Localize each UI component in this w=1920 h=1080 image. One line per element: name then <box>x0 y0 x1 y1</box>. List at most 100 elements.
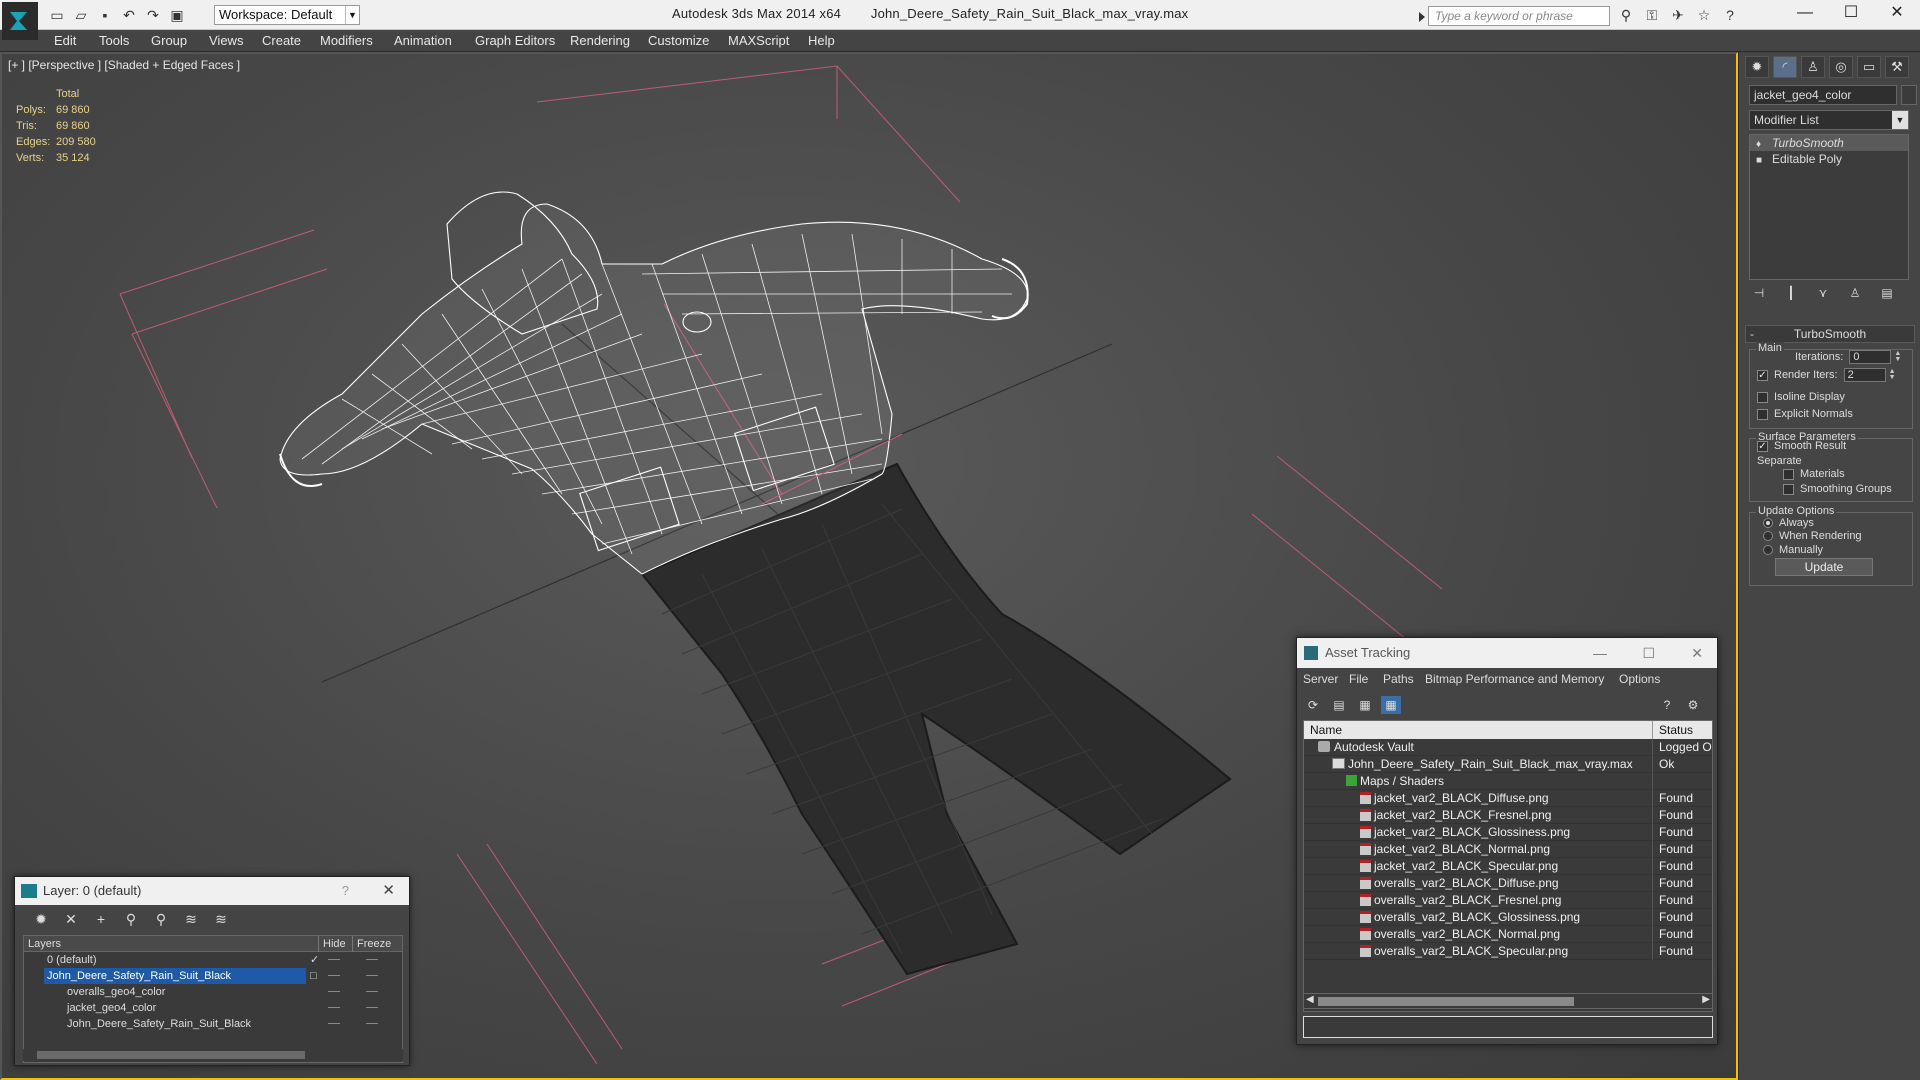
render-iters-spinner[interactable]: 2 <box>1843 368 1886 382</box>
create-tab-icon[interactable]: ✹ <box>1745 56 1769 78</box>
scroll-right-icon[interactable]: ▶ <box>1702 994 1710 1005</box>
close-icon[interactable]: ✕ <box>1691 638 1703 668</box>
spinner-arrows-icon[interactable]: ▲ ▼ <box>1889 368 1896 381</box>
help-icon[interactable]: ? <box>1657 696 1677 714</box>
minimize-icon[interactable]: — <box>1593 638 1607 668</box>
current-layer-check-icon[interactable]: ✓ <box>310 952 319 968</box>
project-folder-icon[interactable]: ▣ <box>168 6 186 24</box>
menu-animation[interactable]: Animation <box>394 33 452 48</box>
pin-stack-icon[interactable]: ⊣ <box>1749 286 1769 304</box>
smooth-result-checkbox[interactable]: ✓ <box>1757 440 1768 452</box>
menu-views[interactable]: Views <box>209 33 243 48</box>
menu-options[interactable]: Options <box>1619 672 1660 686</box>
delete-layer-icon[interactable]: ✕ <box>61 911 81 929</box>
remove-modifier-icon[interactable]: ♙ <box>1845 286 1865 304</box>
maximize-icon[interactable]: ☐ <box>1828 0 1874 28</box>
scrollbar-thumb[interactable] <box>1318 997 1574 1006</box>
object-name-field[interactable]: jacket_geo4_color <box>1749 85 1897 105</box>
undo-icon[interactable]: ↶ <box>120 6 138 24</box>
table-row[interactable]: jacket_var2_BLACK_Diffuse.png Found <box>1304 790 1712 807</box>
menu-server[interactable]: Server <box>1303 672 1338 686</box>
layer-row[interactable]: overalls_geo4_color <box>24 984 402 1000</box>
workspace-dropdown[interactable]: Workspace: Default ▼ <box>214 5 360 25</box>
subscription-icon[interactable]: ⚿ <box>1642 6 1662 24</box>
table-row[interactable]: overalls_var2_BLACK_Glossiness.png Found <box>1304 909 1712 926</box>
spinner-arrows-icon[interactable]: ▲ ▼ <box>1894 350 1901 363</box>
menu-edit[interactable]: Edit <box>54 33 76 48</box>
table-row[interactable]: overalls_var2_BLACK_Normal.png Found <box>1304 926 1712 943</box>
select-objects-icon[interactable]: ⚲ <box>121 911 141 929</box>
column-name[interactable]: Name <box>1310 721 1342 739</box>
table-row[interactable]: jacket_var2_BLACK_Normal.png Found <box>1304 841 1712 858</box>
layer-dialog-titlebar[interactable]: Layer: 0 (default) ? ✕ <box>15 877 409 905</box>
hide-toggle[interactable] <box>328 959 340 960</box>
menu-customize[interactable]: Customize <box>648 33 709 48</box>
table-row[interactable]: overalls_var2_BLACK_Specular.png Found <box>1304 943 1712 960</box>
always-radio[interactable] <box>1763 518 1773 528</box>
layer-row[interactable]: John_Deere_Safety_Rain_Suit_Black <box>24 1016 402 1032</box>
add-to-layer-icon[interactable]: + <box>91 911 111 929</box>
table-view-icon[interactable]: ▦ <box>1381 696 1401 714</box>
favorites-star-icon[interactable]: ☆ <box>1694 6 1714 24</box>
menu-file[interactable]: File <box>1349 672 1368 686</box>
menu-rendering[interactable]: Rendering <box>570 33 630 48</box>
display-tab-icon[interactable]: ▭ <box>1857 56 1881 78</box>
manually-radio[interactable] <box>1763 545 1773 555</box>
modify-tab-icon[interactable]: ◜ <box>1773 56 1797 78</box>
when-rendering-radio[interactable] <box>1763 531 1773 541</box>
column-status[interactable]: Status <box>1652 721 1712 739</box>
show-end-result-icon[interactable]: ┃ <box>1781 286 1801 304</box>
create-layer-icon[interactable]: ✹ <box>31 911 51 929</box>
hide-toggle[interactable] <box>328 991 340 992</box>
utilities-tab-icon[interactable]: ⚒ <box>1885 56 1909 78</box>
table-row[interactable]: Maps / Shaders <box>1304 773 1712 790</box>
table-row[interactable]: jacket_var2_BLACK_Glossiness.png Found <box>1304 824 1712 841</box>
menu-graph-editors[interactable]: Graph Editors <box>475 33 555 48</box>
object-color-swatch[interactable] <box>1901 85 1917 105</box>
stack-item-editable-poly[interactable]: ■ Editable Poly <box>1750 151 1908 167</box>
column-freeze[interactable]: Freeze <box>352 936 392 952</box>
maximize-icon[interactable]: ☐ <box>1642 638 1655 668</box>
hide-all-icon[interactable]: ≋ <box>181 911 201 929</box>
iterations-spinner[interactable]: 0 <box>1849 350 1892 364</box>
scrollbar-thumb[interactable] <box>37 1051 305 1059</box>
binoculars-icon[interactable]: ⚲ <box>1616 6 1636 24</box>
viewport-label[interactable]: [+ ] [Perspective ] [Shaded + Edged Face… <box>8 58 240 72</box>
refresh-icon[interactable]: ⟳ <box>1303 696 1323 714</box>
highlight-layer-icon[interactable]: ⚲ <box>151 911 171 929</box>
help-icon[interactable]: ? <box>1720 6 1740 24</box>
materials-checkbox[interactable] <box>1783 468 1794 480</box>
close-icon[interactable]: ✕ <box>382 877 395 905</box>
thumbnail-view-icon[interactable]: ▦ <box>1355 696 1375 714</box>
hide-toggle[interactable] <box>328 975 340 976</box>
menu-maxscript[interactable]: MAXScript <box>728 33 789 48</box>
configure-sets-icon[interactable]: ▤ <box>1877 286 1897 304</box>
current-layer-box-icon[interactable]: □ <box>310 968 317 984</box>
update-button[interactable]: Update <box>1775 558 1873 576</box>
layer-row[interactable]: John_Deere_Safety_Rain_Suit_Black □ <box>24 968 402 984</box>
freeze-toggle[interactable] <box>366 975 378 976</box>
explicit-normals-checkbox[interactable] <box>1757 408 1768 420</box>
smoothing-groups-checkbox[interactable] <box>1783 483 1794 495</box>
make-unique-icon[interactable]: ⋎ <box>1813 286 1833 304</box>
list-view-icon[interactable]: ▤ <box>1329 696 1349 714</box>
menu-create[interactable]: Create <box>262 33 301 48</box>
menu-paths[interactable]: Paths <box>1383 672 1414 686</box>
open-file-icon[interactable]: ▱ <box>72 6 90 24</box>
asset-path-field[interactable] <box>1303 1016 1713 1038</box>
asset-tracking-titlebar[interactable]: Asset Tracking — ☐ ✕ <box>1297 638 1717 668</box>
modifier-list-dropdown[interactable]: Modifier List ▼ <box>1749 110 1909 130</box>
motion-tab-icon[interactable]: ◎ <box>1829 56 1853 78</box>
search-input[interactable]: Type a keyword or phrase <box>1419 6 1610 26</box>
freeze-toggle[interactable] <box>366 991 378 992</box>
layer-row[interactable]: 0 (default) ✓ <box>24 952 402 968</box>
save-file-icon[interactable]: ▪ <box>96 6 114 24</box>
turbosmooth-rollout-header[interactable]: - TurboSmooth <box>1745 325 1915 343</box>
layer-horizontal-scrollbar[interactable] <box>23 1049 403 1061</box>
table-row[interactable]: jacket_var2_BLACK_Specular.png Found <box>1304 858 1712 875</box>
table-row[interactable]: overalls_var2_BLACK_Fresnel.png Found <box>1304 892 1712 909</box>
freeze-all-icon[interactable]: ≋ <box>211 911 231 929</box>
redo-icon[interactable]: ↷ <box>144 6 162 24</box>
table-row[interactable]: John_Deere_Safety_Rain_Suit_Black_max_vr… <box>1304 756 1712 773</box>
new-file-icon[interactable]: ▭ <box>48 6 66 24</box>
